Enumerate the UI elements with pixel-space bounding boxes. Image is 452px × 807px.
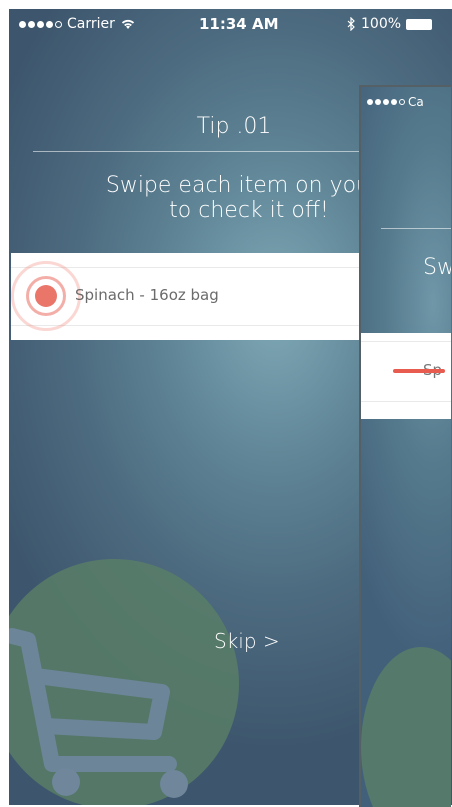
- preview-list-item: Sp: [361, 333, 451, 419]
- wifi-icon: [121, 19, 135, 29]
- battery-percent: 100%: [361, 16, 402, 32]
- preview-row-top-line: [361, 341, 451, 342]
- preview-divider: [381, 228, 451, 229]
- battery-icon: [406, 18, 433, 30]
- status-left: Carrier: [19, 16, 136, 32]
- carrier-label: Carrier: [67, 16, 115, 32]
- touch-indicator-icon: [35, 285, 57, 307]
- status-time: 11:34 AM: [199, 15, 279, 33]
- title-divider: [33, 151, 373, 152]
- status-bar: Carrier 11:34 AM 100%: [9, 9, 452, 39]
- skip-button[interactable]: Skip >: [214, 629, 280, 653]
- preview-carrier-label: Ca: [408, 95, 424, 109]
- preview-row-bottom-line: [361, 401, 451, 402]
- sample-list-item[interactable]: Spinach - 16oz bag: [11, 253, 371, 340]
- item-label: Spinach - 16oz bag: [75, 286, 219, 304]
- status-right: 100%: [347, 16, 433, 32]
- signal-dots-icon: [19, 20, 62, 28]
- preview-green-circle: [361, 647, 451, 807]
- bluetooth-icon: [347, 17, 355, 31]
- preview-instruction: Sw: [423, 255, 451, 280]
- next-tip-preview: Ca Sw Sp: [359, 85, 451, 807]
- strike-through-mark: [393, 369, 445, 373]
- preview-status-bar: Ca: [367, 95, 424, 109]
- preview-signal-dots-icon: [367, 99, 405, 105]
- cart-icon: [9, 628, 188, 798]
